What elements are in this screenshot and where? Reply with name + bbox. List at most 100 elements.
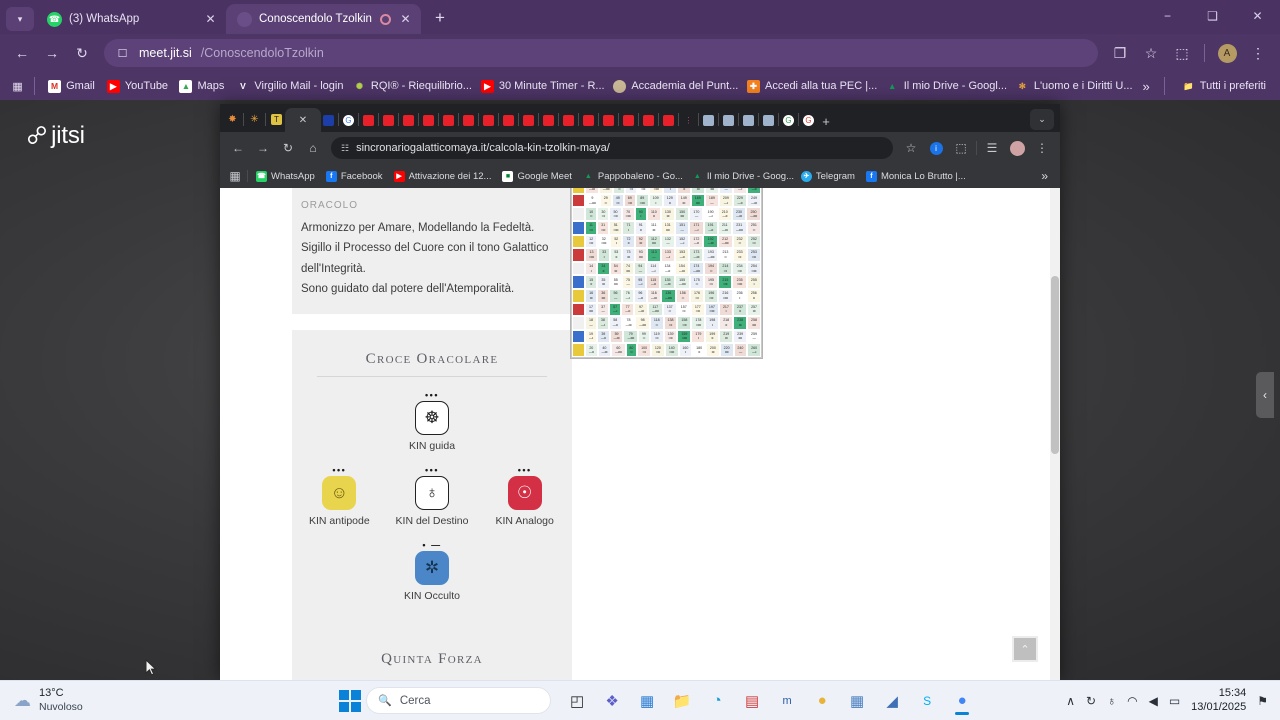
shared-address-bar[interactable]: ☷ sincronariogalatticomaya.it/calcola-ki… xyxy=(331,137,893,159)
pinned-tab-star-icon[interactable]: ✳ xyxy=(246,108,263,130)
tzolkin-cell[interactable]: 12 ═•• xyxy=(585,234,598,249)
bookmark-item[interactable]: f Facebook xyxy=(321,170,388,183)
tzolkin-cell[interactable]: 110 •• xyxy=(646,207,661,221)
tzolkin-cell[interactable]: 250 —•••• xyxy=(746,207,761,221)
tzolkin-cell[interactable]: 19 —• xyxy=(585,329,597,344)
tzolkin-cell[interactable]: 260 —• xyxy=(747,343,762,357)
tzolkin-cell[interactable]: 150 •••• xyxy=(675,207,690,221)
tzolkin-cell[interactable]: 111 ••• xyxy=(646,220,661,235)
bookmark-item[interactable]: Accademia del Punt... xyxy=(607,78,739,95)
tzolkin-cell[interactable]: 38 —• xyxy=(596,316,609,330)
bookmark-item[interactable]: ✚ Accedi alla tua PEC |... xyxy=(741,78,878,95)
bookmark-item[interactable]: ▶ YouTube xyxy=(101,78,172,95)
tzolkin-cell[interactable]: 140 ═••• xyxy=(664,343,679,357)
taskbar-app-task-view[interactable]: ◰ xyxy=(562,686,592,716)
tzolkin-cell[interactable]: 97 —••• xyxy=(634,302,648,317)
tzolkin-cell[interactable]: 191 —•• xyxy=(703,220,718,235)
taskbar-app-teams[interactable]: ❖ xyxy=(597,686,627,716)
tzolkin-cell[interactable]: 170— xyxy=(689,207,704,221)
tab-favicon-youtube[interactable] xyxy=(481,111,496,129)
home-icon[interactable]: ⌂ xyxy=(301,136,325,160)
tzolkin-cell[interactable]: 198 • xyxy=(705,316,720,330)
tzolkin-cell[interactable]: 194 ═ xyxy=(703,261,719,276)
browser-menu-icon[interactable]: ⋮ xyxy=(1244,39,1272,67)
tzolkin-cell[interactable]: 120 ═•• xyxy=(651,343,665,357)
maximize-button[interactable]: ❑ xyxy=(1190,0,1235,32)
tzolkin-cell[interactable]: 249 —••• xyxy=(746,193,762,208)
tzolkin-cell[interactable]: 56— xyxy=(609,288,622,303)
cast-icon[interactable]: ❐ xyxy=(1106,39,1134,67)
bookmark-item[interactable]: ▶ 30 Minute Timer - R... xyxy=(475,78,605,95)
tzolkin-cell[interactable]: 219 ••• xyxy=(719,329,734,344)
tzolkin-cell[interactable]: 197 ═••• xyxy=(704,302,719,317)
tzolkin-cell[interactable]: 157 ═• xyxy=(676,302,691,317)
tzolkin-cell[interactable]: 58 —•• xyxy=(608,316,622,330)
tzolkin-cell[interactable]: 134 —•• xyxy=(660,261,675,276)
tzolkin-cell[interactable]: 160 • xyxy=(678,343,693,357)
bookmark-star-icon[interactable]: ☆ xyxy=(1137,39,1165,67)
tab-favicon-youtube[interactable] xyxy=(621,111,636,129)
taskbar-search[interactable]: 🔍 Cerca xyxy=(366,687,552,714)
tzolkin-cell[interactable]: 100 ═• xyxy=(637,343,652,357)
tzolkin-cell[interactable]: 137 ═ xyxy=(662,302,677,317)
tzolkin-cell[interactable]: 195 ═• xyxy=(703,275,719,289)
tab-favicon-youtube[interactable] xyxy=(561,111,576,129)
kin-antipode[interactable]: ••• ☺ KIN antipode xyxy=(301,465,378,527)
forward-icon[interactable]: → xyxy=(251,136,275,160)
tab-favicon-doc[interactable] xyxy=(721,111,736,129)
shared-active-tab[interactable]: ✕ xyxy=(285,108,321,132)
shared-new-tab-button[interactable]: + xyxy=(816,114,836,129)
tzolkin-cell[interactable]: 16 ••• xyxy=(585,288,598,303)
tzolkin-cell[interactable]: 40 —••• xyxy=(597,343,612,357)
kin-destino[interactable]: ••• ♁ KIN del Destino xyxy=(394,465,471,527)
tab-favicon-youtube[interactable] xyxy=(581,111,596,129)
pinned-tab-t-icon[interactable]: T xyxy=(268,108,285,130)
taskbar-app-calculator[interactable]: ▦ xyxy=(842,686,872,716)
apps-grid-icon[interactable]: ▦ xyxy=(8,76,27,96)
tzolkin-cell[interactable]: 196 ═•• xyxy=(704,288,719,303)
bookmarks-overflow-icon[interactable]: » xyxy=(1041,169,1054,183)
tzolkin-cell[interactable]: 96 —•• xyxy=(633,288,647,303)
tab-favicon-youtube[interactable] xyxy=(521,111,536,129)
tzolkin-cell[interactable]: 179 • xyxy=(691,329,706,344)
taskbar-app-outlook-calendar[interactable]: ▦ xyxy=(632,686,662,716)
tab-favicon-facebook[interactable] xyxy=(321,111,336,129)
bookmark-star-icon[interactable]: ☆ xyxy=(899,136,923,160)
tzolkin-cell[interactable]: 177 ═•• xyxy=(690,302,705,317)
tzolkin-cell[interactable]: 79 —•••• xyxy=(623,329,638,344)
tzolkin-cell[interactable]: 237 •• xyxy=(732,302,748,317)
tzolkin-cell[interactable]: 30 ═• xyxy=(597,207,610,221)
bookmark-item[interactable]: ▲ Il mio Drive - Goog... xyxy=(687,170,795,183)
tzolkin-cell[interactable]: 192 —••• xyxy=(703,234,718,249)
tzolkin-cell[interactable]: 231 —•••• xyxy=(731,220,747,235)
tzolkin-cell[interactable]: 36 •••• xyxy=(597,288,610,303)
tab-favicon-youtube[interactable] xyxy=(501,111,516,129)
tzolkin-cell[interactable]: 99 ═ xyxy=(637,329,650,344)
tab-favicon-youtube[interactable] xyxy=(361,111,376,129)
tzolkin-cell[interactable]: 135 —••• xyxy=(660,275,675,289)
tzolkin-cell[interactable]: 178 ═••• xyxy=(691,316,706,330)
site-settings-icon[interactable]: ☷ xyxy=(341,143,349,154)
tzolkin-cell[interactable]: 34 •• xyxy=(597,261,610,276)
tzolkin-cell[interactable]: 29 ═ xyxy=(599,193,612,208)
tzolkin-cell[interactable]: 210 —•• xyxy=(717,207,732,221)
tzolkin-cell[interactable]: 235 ═••• xyxy=(732,275,747,289)
tzolkin-cell[interactable]: 131 •••• xyxy=(660,220,675,235)
all-bookmarks-button[interactable]: 📁 Tutti i preferiti xyxy=(1176,78,1272,95)
tzolkin-cell[interactable]: 136 —•••• xyxy=(660,288,676,303)
tzolkin-cell[interactable]: 152 —• xyxy=(675,234,690,249)
browser-tab-whatsapp[interactable]: ☎ (3) WhatsApp ✕ xyxy=(36,4,226,34)
tzolkin-cell[interactable]: 71 • xyxy=(622,220,635,235)
tzolkin-cell[interactable]: 11 ═• xyxy=(585,220,598,235)
back-icon[interactable]: ← xyxy=(8,39,36,67)
bookmark-item[interactable]: V Virgilio Mail - login xyxy=(230,78,344,95)
tab-favicon-doc[interactable] xyxy=(761,111,776,129)
tzolkin-cell[interactable]: 189— xyxy=(704,193,719,208)
tab-search-icon[interactable]: ⌄ xyxy=(1030,109,1054,130)
tzolkin-cell[interactable]: 50 ═•• xyxy=(609,207,622,221)
tzolkin-cell[interactable]: 238 ••• xyxy=(733,316,748,330)
taskbar-app-mydp[interactable]: m xyxy=(772,686,802,716)
tzolkin-cell[interactable]: 76 —• xyxy=(621,288,634,303)
tab-favicon-small[interactable]: ⋮ xyxy=(681,111,696,129)
tzolkin-cell[interactable]: 180 •• xyxy=(692,343,707,357)
